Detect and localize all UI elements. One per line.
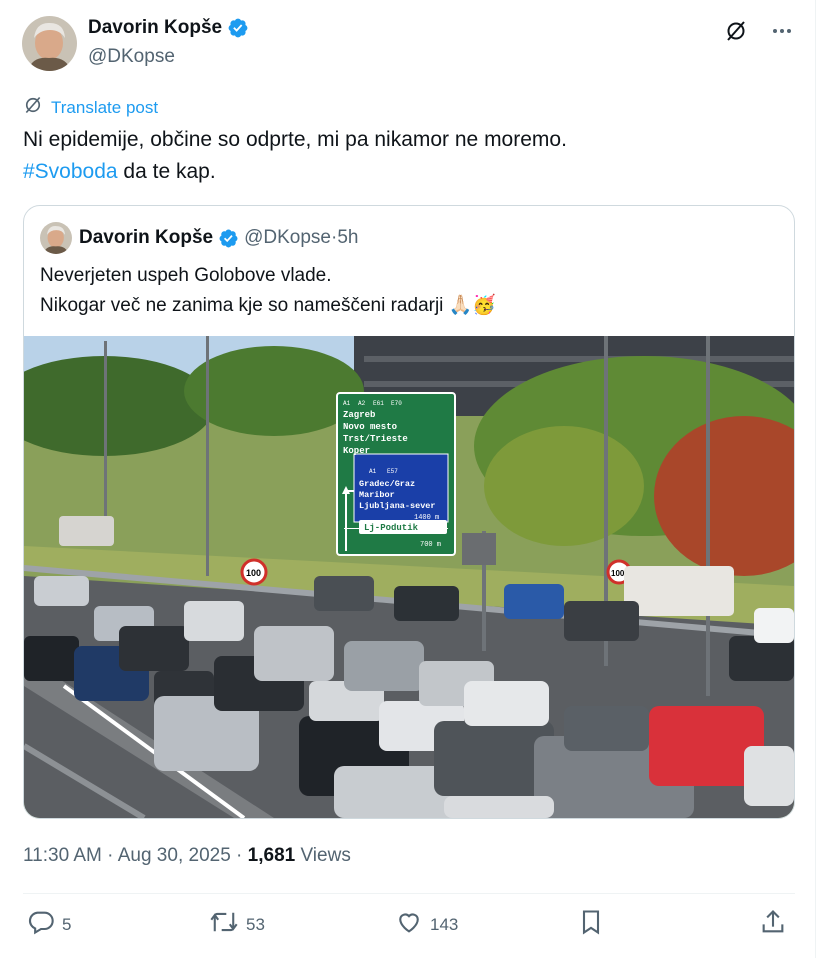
translate-post-button[interactable]: Translate post [23,95,158,120]
post-date[interactable]: Aug 30, 2025 [118,845,231,866]
sign-route-3: E61 [373,400,384,407]
translate-label: Translate post [51,97,159,117]
post-text-line2-rest: da te kap. [117,160,216,183]
verified-badge-icon [218,228,239,249]
reply-icon [27,908,55,941]
sign-dest-6: Maribor [359,490,395,500]
like-count: 143 [430,914,459,934]
sign-dest-2: Novo mesto [343,422,397,432]
post-text-line2: #Svoboda da te kap. [23,156,567,188]
author-handle[interactable]: @DKopse [88,46,175,68]
grok-icon[interactable] [723,18,749,44]
author-avatar[interactable] [22,16,77,71]
more-icon[interactable] [769,18,795,44]
quoted-author-avatar[interactable] [40,222,72,254]
views-label: Views [295,845,351,866]
quoted-author-name[interactable]: Davorin Kopše [79,227,213,249]
quoted-photo-traffic-jam[interactable]: Zagreb Novo mesto Trst/Trieste Koper Gra… [24,336,794,818]
translate-icon [23,95,43,120]
repost-icon [209,908,239,941]
sign-route-2: A2 [358,400,366,407]
sign-dest-4: Koper [343,446,370,456]
reply-count: 5 [62,914,72,934]
post-time[interactable]: 11:30 AM [23,845,102,866]
post-text-line1: Ni epidemije, občine so odprte, mi pa ni… [23,128,567,151]
sign-exit: Lj-Podutik [364,523,419,533]
sign-distance-2: 700 m [420,541,441,549]
verified-badge-icon [227,17,249,39]
divider [23,893,795,894]
quoted-post[interactable]: Davorin Kopše @DKopse · 5h Neverjeten us… [23,205,795,819]
post-meta: 11:30 AM · Aug 30, 2025 · 1,681 Views [23,845,351,867]
hashtag-link[interactable]: #Svoboda [23,160,118,183]
quoted-author-handle[interactable]: @DKopse [244,227,331,249]
meta-sep-2: · [230,845,248,866]
post-detail: Davorin Kopše @DKopse Translate post Ni … [0,0,816,958]
sign-dest-1: Zagreb [343,410,375,420]
sign-route-4: E70 [391,400,402,407]
speed-limit-sign-2: 100 [611,569,625,578]
sign-dest-5: Gradec/Graz [359,479,415,489]
repost-count: 53 [246,914,265,934]
sign-dest-3: Trst/Trieste [343,434,408,444]
quoted-text-line1: Neverjeten uspeh Golobove vlade. [40,265,332,286]
author-name[interactable]: Davorin Kopše [88,17,222,39]
reply-button[interactable]: 5 [27,908,71,941]
sign-dest-7: Ljubljana-sever [359,501,436,511]
share-button[interactable] [759,908,787,941]
sign-route-1: A1 [343,400,351,407]
quoted-text: Neverjeten uspeh Golobove vlade. Nikogar… [40,261,496,321]
like-button[interactable]: 143 [395,908,458,941]
views-count: 1,681 [247,845,296,866]
action-bar: 5 53 143 [23,908,795,944]
bookmark-icon [577,908,605,941]
like-icon [395,908,423,941]
quoted-text-line2: Nikogar več ne zanima kje so nameščeni r… [40,295,496,316]
sign-route-6: E57 [387,468,398,475]
bookmark-button[interactable] [577,908,605,941]
share-icon [759,908,787,941]
meta-sep-1: · [101,845,118,866]
sign-route-5: A1 [369,468,377,475]
quoted-timestamp[interactable]: 5h [337,227,358,249]
speed-limit-sign-1: 100 [246,568,261,578]
sign-distance-1: 1400 m [414,514,439,522]
repost-button[interactable]: 53 [209,908,265,941]
post-text: Ni epidemije, občine so odprte, mi pa ni… [23,124,567,188]
